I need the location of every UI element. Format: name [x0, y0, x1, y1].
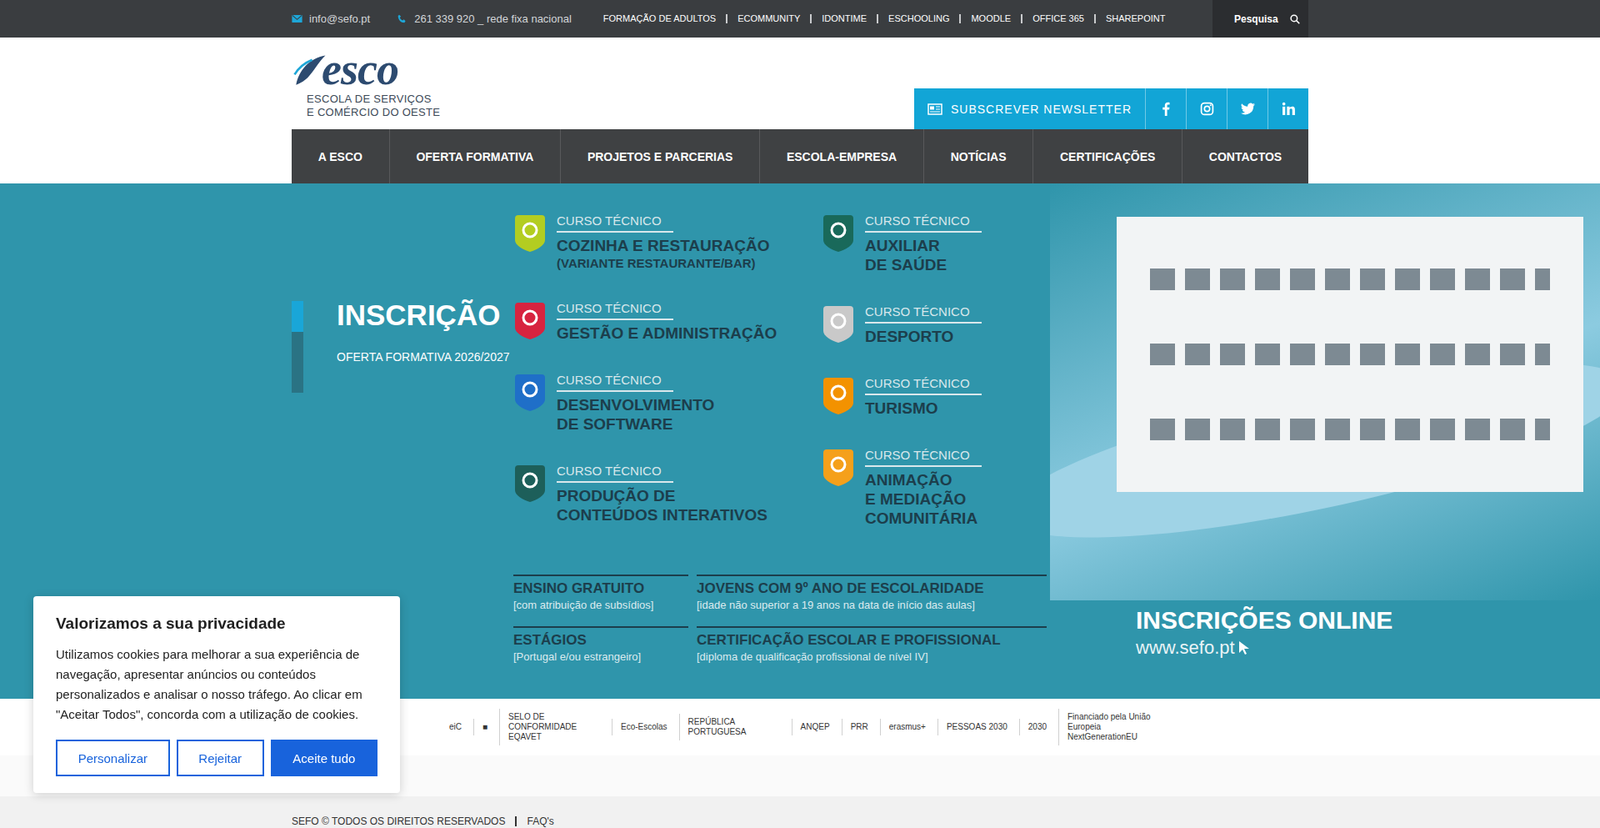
- partner-logo: erasmus+: [880, 718, 926, 735]
- partner-logo: Eco-Escolas: [611, 718, 668, 735]
- cookie-button[interactable]: Aceite tudo: [270, 739, 378, 776]
- search-icon[interactable]: [1290, 14, 1300, 25]
- partner-logo: 2030: [1019, 718, 1047, 735]
- partner-logo: ■: [473, 718, 488, 735]
- partner-logo: REPÚBLICA PORTUGUESA: [679, 713, 780, 740]
- nav-item[interactable]: CERTIFICAÇÕES: [1033, 129, 1183, 184]
- partner-logo: eiC: [440, 718, 462, 735]
- email-link[interactable]: info@sefo.pt: [291, 12, 370, 25]
- top-bar: info@sefo.pt 261 339 920 _ rede fixa naci…: [0, 0, 1600, 38]
- phone-icon: [396, 14, 408, 24]
- top-links: FORMAÇÃO DE ADULTOSECOMMUNITYIDONTIMEESC…: [593, 14, 1176, 24]
- top-link[interactable]: MOODLE: [959, 14, 1021, 24]
- nav-item[interactable]: OFERTA FORMATIVA: [390, 129, 562, 184]
- course-item[interactable]: CURSO TÉCNICOTURISMO: [821, 375, 1047, 418]
- partner-logo: SELO DE CONFORMIDADE EQAVET: [499, 708, 600, 745]
- course-item[interactable]: CURSO TÉCNICODESENVOLVIMENTODE SOFTWARE: [513, 372, 814, 434]
- facebook-button[interactable]: [1145, 88, 1186, 130]
- course-item[interactable]: CURSO TÉCNICOPRODUÇÃO DECONTEÚDOS INTERA…: [513, 463, 814, 525]
- course-icon: [821, 213, 855, 254]
- course-item[interactable]: CURSO TÉCNICOGESTÃO E ADMINISTRAÇÃO: [513, 300, 814, 343]
- linkedin-icon: [1281, 101, 1296, 116]
- instagram-icon: [1200, 101, 1215, 116]
- nav-item[interactable]: NOTÍCIAS: [924, 129, 1034, 184]
- footer: SEFO © TODOS OS DIREITOS RESERVADOS FAQ's: [0, 795, 1600, 828]
- banner-note: ESTÁGIOS[Portugal e/ou estrangeiro]: [513, 625, 689, 665]
- course-icon: [821, 447, 855, 488]
- newsletter-button[interactable]: SUBSCREVER NEWSLETTER: [914, 88, 1145, 130]
- newspaper-icon: [927, 103, 943, 115]
- cookie-button[interactable]: Personalizar: [55, 739, 170, 776]
- page: info@sefo.pt 261 339 920 _ rede fixa naci…: [0, 0, 1600, 828]
- course-icon: [513, 300, 547, 341]
- twitter-button[interactable]: [1226, 88, 1268, 130]
- course-icon: [821, 375, 855, 416]
- main-nav: A ESCOOFERTA FORMATIVAPROJETOS E PARCERI…: [0, 129, 1600, 184]
- slide-indicator: [291, 300, 304, 393]
- linkedin-button[interactable]: [1267, 88, 1309, 130]
- building-photo: [1050, 183, 1600, 600]
- banner-note: CERTIFICAÇÃO ESCOLAR E PROFISSIONAL[dipl…: [696, 625, 1047, 665]
- nav-item[interactable]: ESCOLA-EMPRESA: [760, 129, 925, 184]
- twitter-icon: [1240, 101, 1255, 116]
- logo[interactable]: escoESCOLA DE SERVIÇOSE COMÉRCIO DO OEST…: [291, 37, 440, 130]
- slide-dot[interactable]: [291, 331, 304, 393]
- partner-logo: Financiado pela União Europeia NextGener…: [1058, 708, 1160, 745]
- course-icon: [513, 372, 547, 413]
- banner-note: ENSINO GRATUITO[com atribuição de subsíd…: [513, 574, 689, 613]
- cursor-icon: [1238, 640, 1250, 655]
- copyright: SEFO © TODOS OS DIREITOS RESERVADOS: [291, 815, 517, 826]
- phone-number: 261 339 920 _ rede fixa nacional: [396, 12, 572, 25]
- top-link[interactable]: ECOMMUNITY: [725, 14, 810, 24]
- course-item[interactable]: CURSO TÉCNICODESPORTO: [821, 304, 1047, 346]
- course-icon: [821, 304, 855, 345]
- course-item[interactable]: CURSO TÉCNICOAUXILIARDE SAÚDE: [821, 213, 1047, 275]
- cookie-banner: Valorizamos a sua privacidadeUtilizamos …: [33, 595, 400, 793]
- top-link[interactable]: IDONTIME: [810, 14, 877, 24]
- banner-note: JOVENS COM 9º ANO DE ESCOLARIDADE[idade …: [696, 574, 1047, 613]
- top-link[interactable]: OFFICE 365: [1020, 14, 1095, 24]
- course-icon: [513, 213, 547, 254]
- instagram-button[interactable]: [1185, 88, 1227, 130]
- partner-logo: PRR: [841, 718, 869, 735]
- footer-link[interactable]: FAQ's: [526, 815, 554, 826]
- online-signup[interactable]: INSCRIÇÕES ONLINEwww.sefo.pt: [1050, 600, 1600, 660]
- course-item[interactable]: CURSO TÉCNICOCOZINHA E RESTAURAÇÃO(VARIA…: [513, 213, 814, 271]
- partner-logo: ANQEP: [791, 718, 830, 735]
- search-field[interactable]: Pesquisa: [1212, 0, 1309, 38]
- courses-banner: CURSO TÉCNICOCOZINHA E RESTAURAÇÃO(VARIA…: [513, 183, 1047, 699]
- top-link[interactable]: FORMAÇÃO DE ADULTOS: [593, 14, 726, 24]
- slide-dot[interactable]: [291, 300, 304, 332]
- course-item[interactable]: CURSO TÉCNICOANIMAÇÃOE MEDIAÇÃOCOMUNITÁR…: [821, 447, 1047, 528]
- course-icon: [513, 463, 547, 504]
- nav-item[interactable]: PROJETOS E PARCERIAS: [560, 129, 760, 184]
- partner-logo: PESSOAS 2030: [937, 718, 1008, 735]
- nav-item[interactable]: CONTACTOS: [1182, 129, 1309, 184]
- top-link[interactable]: ESCHOOLING: [876, 14, 960, 24]
- cookie-button[interactable]: Rejeitar: [176, 739, 265, 776]
- top-link[interactable]: SHAREPOINT: [1094, 14, 1176, 24]
- nav-item[interactable]: A ESCO: [291, 129, 390, 184]
- header: escoESCOLA DE SERVIÇOSE COMÉRCIO DO OEST…: [0, 37, 1600, 130]
- envelope-icon: [291, 14, 303, 24]
- facebook-icon: [1159, 101, 1174, 116]
